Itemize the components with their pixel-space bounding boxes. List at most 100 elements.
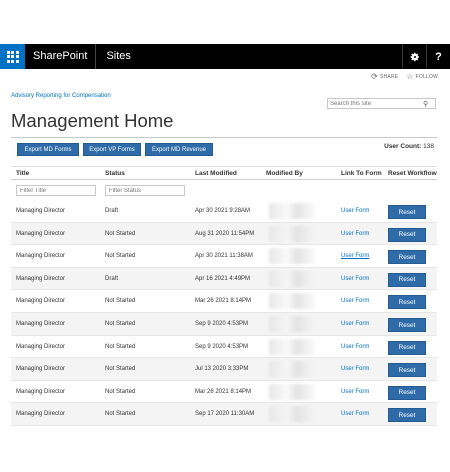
row-status: Not Started: [105, 411, 136, 418]
reset-button[interactable]: Reset: [388, 272, 426, 287]
table-row: Managing Director Not Started Sep 9 2020 4…: [11, 336, 437, 359]
user-form-link[interactable]: User Form: [341, 389, 369, 395]
column-link-to-form[interactable]: Link To Form: [341, 170, 382, 177]
user-form-link[interactable]: User Form: [341, 276, 369, 282]
row-last-modified: Sep 9 2020 4:53PM: [195, 343, 249, 350]
row-last-modified: Apr 16 2021 4:49PM: [195, 275, 251, 282]
table-row: Managing Director Not Started Sep 9 2020 4…: [11, 313, 437, 336]
gear-icon: [410, 52, 419, 61]
user-count-label: User Count:: [384, 143, 422, 150]
row-status: Not Started: [105, 321, 136, 327]
user-form-link[interactable]: User Form: [341, 231, 369, 237]
suite-bar: SharePoint Sites ?: [0, 44, 450, 69]
row-modified-by-redacted: [269, 361, 315, 378]
filter-status-input[interactable]: [105, 185, 185, 196]
reset-button[interactable]: Reset: [388, 205, 426, 219]
row-title: Managing Director: [16, 298, 66, 305]
star-icon: ☆: [406, 72, 414, 81]
row-last-modified: Mar 26 2021 8:14PM: [195, 388, 252, 395]
filter-row: [11, 182, 437, 199]
row-status: Draft: [105, 208, 119, 214]
row-modified-by-redacted: [269, 383, 315, 400]
row-last-modified: Sep 9 2020 4:53PM: [195, 321, 249, 327]
row-modified-by-redacted: [269, 338, 315, 355]
table-row: Managing Director Draft Apr 16 2021 4:49PM…: [11, 267, 437, 291]
search-input[interactable]: [328, 100, 423, 107]
brand-link[interactable]: SharePoint: [25, 44, 97, 69]
row-title: Managing Director: [16, 343, 66, 350]
row-modified-by-redacted: [269, 293, 315, 310]
table-row: Managing Director Not Started Apr 30 2021 …: [11, 245, 437, 268]
column-last-modified[interactable]: Last Modified: [195, 170, 237, 177]
row-status: Not Started: [105, 343, 136, 350]
reset-button[interactable]: Reset: [388, 295, 426, 310]
table-row: Managing Director Not Started Mar 26 2021 …: [11, 290, 437, 313]
column-status[interactable]: Status: [105, 170, 125, 177]
waffle-icon: [6, 50, 19, 63]
share-button[interactable]: ⟳ SHARE: [371, 72, 398, 81]
user-form-link[interactable]: User Form: [341, 298, 369, 304]
table-row: Managing Director Not Started Aug 31 2020 …: [11, 222, 437, 246]
row-status: Not Started: [105, 388, 136, 395]
table-row: Managing Director Not Started Mar 26 2021 …: [11, 381, 437, 404]
row-last-modified: Sep 17 2020 11:30AM: [195, 411, 255, 418]
export-vp-forms-button[interactable]: Export VP Forms: [83, 143, 141, 156]
column-reset-workflow[interactable]: Reset Workflow: [388, 170, 437, 177]
reset-button[interactable]: Reset: [388, 227, 426, 242]
export-md-forms-button[interactable]: Export MD Forms: [17, 143, 79, 156]
row-status: Draft: [105, 275, 119, 282]
row-modified-by-redacted: [269, 406, 315, 423]
site-title-link[interactable]: Advisory Reporting for Compensation: [11, 93, 111, 99]
row-title: Managing Director: [16, 366, 66, 373]
column-title[interactable]: Title: [16, 170, 29, 177]
reset-button[interactable]: Reset: [388, 408, 426, 423]
row-last-modified: Jul 13 2020 3:33PM: [195, 366, 249, 373]
column-modified-by[interactable]: Modified By: [266, 170, 303, 177]
row-last-modified: Mar 26 2021 8:14PM: [195, 298, 252, 305]
user-form-link[interactable]: User Form: [341, 253, 369, 259]
user-form-link[interactable]: User Form: [341, 208, 369, 214]
reset-button[interactable]: Reset: [388, 363, 426, 378]
reset-button[interactable]: Reset: [388, 340, 426, 355]
table-row: Managing Director Draft Apr 30 2021 9:28AM…: [11, 200, 437, 223]
app-launcher-button[interactable]: [0, 44, 25, 69]
row-last-modified: Aug 31 2020 11:54PM: [195, 230, 255, 237]
row-title: Managing Director: [16, 388, 66, 395]
row-title: Managing Director: [16, 230, 66, 237]
user-form-link[interactable]: User Form: [341, 321, 369, 327]
export-toolbar: Export MD Forms Export VP Forms Export M…: [17, 143, 213, 156]
page-actions: ⟳ SHARE ☆ FOLLOW: [371, 72, 438, 81]
user-count-value: 138: [423, 143, 434, 150]
user-form-link[interactable]: User Form: [341, 344, 369, 350]
filter-title-input[interactable]: [16, 185, 96, 196]
row-title: Managing Director: [16, 275, 66, 282]
settings-button[interactable]: [402, 44, 426, 69]
user-form-link[interactable]: User Form: [341, 366, 369, 372]
divider: [11, 137, 437, 138]
reset-button[interactable]: Reset: [388, 318, 426, 332]
help-button[interactable]: ?: [426, 44, 450, 69]
follow-button[interactable]: ☆ FOLLOW: [406, 72, 438, 81]
row-last-modified: Apr 30 2021 11:38AM: [195, 253, 253, 260]
sites-link[interactable]: Sites: [96, 44, 140, 69]
reset-button[interactable]: Reset: [388, 250, 426, 265]
row-modified-by-redacted: [269, 316, 315, 332]
export-md-revenue-button[interactable]: Export MD Revenue: [145, 143, 213, 156]
row-last-modified: Apr 30 2021 9:28AM: [195, 208, 251, 214]
user-form-link[interactable]: User Form: [341, 411, 369, 417]
row-status: Not Started: [105, 298, 136, 305]
search-icon[interactable]: ⚲: [423, 100, 428, 108]
share-label: SHARE: [380, 73, 399, 80]
row-title: Managing Director: [16, 253, 66, 260]
table-row: Managing Director Not Started Jul 13 2020 …: [11, 358, 437, 381]
row-modified-by-redacted: [269, 225, 315, 242]
row-status: Not Started: [105, 366, 136, 373]
row-status: Not Started: [105, 230, 136, 237]
row-status: Not Started: [105, 253, 136, 260]
follow-label: FOLLOW: [415, 73, 438, 80]
user-count: User Count: 138: [384, 143, 434, 150]
table-header: Title Status Last Modified Modified By L…: [11, 166, 437, 180]
page-title: Management Home: [11, 110, 174, 131]
reset-button[interactable]: Reset: [388, 385, 426, 400]
row-title: Managing Director: [16, 411, 66, 418]
